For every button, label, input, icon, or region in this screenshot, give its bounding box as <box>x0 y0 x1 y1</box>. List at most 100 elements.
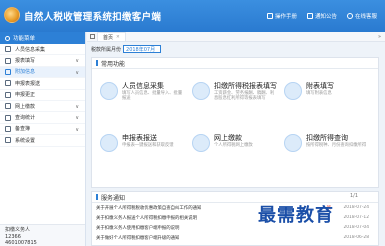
chart-icon <box>5 114 11 121</box>
watermark: 最需教育 <box>258 205 334 226</box>
period-label: 税款所属月份 <box>91 46 122 53</box>
sidebar-item-label: 申报更正 <box>15 92 36 99</box>
book-icon <box>266 13 273 19</box>
document-icon <box>5 68 11 75</box>
notice-text: 关于开展个人所得税税收优惠政策自查自纠工作的通知 <box>96 206 202 211</box>
manual-label: 操作手册 <box>274 14 297 20</box>
sidebar-item-label: 查询统计 <box>15 115 36 122</box>
app-title: 自然人税收管理系统扣缴客户端 <box>24 12 162 23</box>
tile-desc: 工资薪金、劳务报酬、稿酬、利息股息红利所得等报表填写 <box>214 91 275 101</box>
sidebar-item-ledger[interactable]: 备查簿 ∨ <box>0 124 85 136</box>
tile-desc: 填写人员信息、批量导入、批量报送 <box>122 91 183 101</box>
tile-desc: 申报表一键报送和获取反馈 <box>122 143 174 148</box>
chevron-down-icon: ∨ <box>75 69 79 76</box>
person-icon <box>5 46 11 53</box>
sidebar-item-settings[interactable]: 系统设置 <box>0 135 85 147</box>
withholding-agent-info: 扣缴义务人 12366 4601007815 <box>0 224 85 246</box>
payment-icon <box>5 103 11 110</box>
tax-logo-icon <box>4 7 20 23</box>
title-bar: 自然人税收管理系统扣缴客户端 操作手册 通知公告 在线客服 <box>0 0 385 32</box>
tile-name: 人员信息采集 <box>122 82 164 90</box>
tile-person-info[interactable]: 人员信息采集 填写人员信息、批量导入、批量报送 <box>100 78 188 108</box>
service-notice-panel: 服务通知 1/1 关于开展个人所得税税收优惠政策自查自纠工作的通知 新 2018… <box>91 191 379 246</box>
payment-icon <box>192 134 210 152</box>
gear-icon <box>5 137 11 144</box>
tile-desc: 按所得税种、月份查询扣缴所得 <box>306 143 367 148</box>
common-functions-panel: 常用功能 人员信息采集 填写人员信息、批量导入、批量报送 扣缴所得税报表填写 工… <box>91 57 379 188</box>
ledger-icon <box>5 125 11 132</box>
panel-title-label: 常用功能 <box>101 60 126 68</box>
send-icon <box>100 134 118 152</box>
tab-label: 首页 <box>103 34 114 41</box>
service-notice-title: 服务通知 1/1 <box>92 192 378 203</box>
notice-text: 关于扣缴义务人使用扣缴客户端申报的说明 <box>96 226 180 231</box>
person-icon <box>100 82 118 100</box>
tile-report-send[interactable]: 申报表报送 申报表一键报送和获取反馈 <box>100 130 188 160</box>
tile-name: 申报表报送 <box>122 134 157 142</box>
service-button[interactable]: 在线客服 <box>346 12 377 20</box>
tile-attachment[interactable]: 附表填写 填写附表信息 <box>284 78 372 108</box>
notice-item[interactable]: 关于做好个人所得税扣缴客户端升级的通知 2018-06-28 <box>96 235 371 243</box>
sidebar: 功能菜单 人员信息采集 报表填写 ∨ 附加信息 ∨ 申报表报送 申报更正 网上缴… <box>0 32 86 246</box>
notice-pagination[interactable]: 1/1 <box>350 193 358 199</box>
tile-online-payment[interactable]: 网上缴款 个人所得税网上缴款 <box>192 130 280 160</box>
sidebar-item-extra-info[interactable]: 附加信息 ∨ <box>0 66 85 79</box>
service-label: 在线客服 <box>354 14 377 20</box>
notice-button[interactable]: 通知公告 <box>306 12 337 20</box>
form-icon <box>192 82 210 100</box>
title-marker <box>96 194 98 200</box>
tab-bar: 首页 ✕ » <box>87 32 385 42</box>
sidebar-item-label: 备查簿 <box>15 126 31 133</box>
sidebar-item-label: 网上缴款 <box>15 103 36 110</box>
chevron-down-icon: ∨ <box>75 103 79 110</box>
notice-date: 2018-06-28 <box>343 235 369 240</box>
notice-label: 通知公告 <box>314 14 337 20</box>
send-icon <box>5 80 11 87</box>
notice-text: 关于做好个人所得税扣缴客户端升级的通知 <box>96 236 180 241</box>
sidebar-item-report-fill[interactable]: 报表填写 ∨ <box>0 55 85 67</box>
tile-income-query[interactable]: 扣缴所得查询 按所得税种、月份查询扣缴所得 <box>284 130 372 160</box>
sidebar-item-label: 申报表报送 <box>15 80 41 87</box>
sidebar-item-label: 附加信息 <box>15 69 36 76</box>
notice-date: 2018-07-24 <box>343 205 369 210</box>
panel-title-label: 服务通知 <box>101 194 126 202</box>
tile-desc: 填写附表信息 <box>306 91 332 96</box>
chevron-down-icon: ∨ <box>75 115 79 122</box>
tile-name: 扣缴所得查询 <box>306 134 348 142</box>
manual-button[interactable]: 操作手册 <box>266 12 297 20</box>
close-icon[interactable]: ✕ <box>116 35 120 40</box>
notice-date: 2018-07-12 <box>343 215 369 220</box>
sidebar-item-label: 系统设置 <box>15 137 36 144</box>
top-actions: 操作手册 通知公告 在线客服 <box>266 12 377 20</box>
menu-icon <box>5 35 10 41</box>
sidebar-item-query-stats[interactable]: 查询统计 ∨ <box>0 112 85 124</box>
tile-name: 附表填写 <box>306 82 334 90</box>
notice-text: 关于扣缴义务人报送个人所得税扣缴申报的相关说明 <box>96 216 197 221</box>
period-row: 税款所属月份 2018年07月 <box>87 42 385 56</box>
title-marker <box>96 60 98 66</box>
bell-icon <box>306 13 313 19</box>
home-icon[interactable] <box>90 34 95 39</box>
tile-withholding-report[interactable]: 扣缴所得税报表填写 工资薪金、劳务报酬、稿酬、利息股息红利所得等报表填写 <box>192 78 280 108</box>
attachment-icon <box>284 82 302 100</box>
chevron-down-icon: ∨ <box>75 58 79 65</box>
sidebar-item-online-payment[interactable]: 网上缴款 ∨ <box>0 101 85 113</box>
headset-icon <box>346 13 353 19</box>
sidebar-header[interactable]: 功能菜单 <box>0 32 85 44</box>
sidebar-item-report-send[interactable]: 申报表报送 <box>0 78 85 90</box>
sidebar-item-person-info[interactable]: 人员信息采集 <box>0 44 85 56</box>
main-content: 首页 ✕ » 税款所属月份 2018年07月 常用功能 人员信息采集 填写人员信… <box>87 32 385 246</box>
tile-name: 网上缴款 <box>214 134 242 142</box>
period-picker[interactable]: 2018年07月 <box>123 45 162 53</box>
sidebar-item-label: 人员信息采集 <box>15 46 46 53</box>
agent-tax-id: 4601007815 <box>5 240 37 246</box>
search-icon <box>284 134 302 152</box>
tab-home[interactable]: 首页 ✕ <box>97 32 126 41</box>
sidebar-item-label: 报表填写 <box>15 58 36 65</box>
tab-scroll-icon[interactable]: » <box>378 34 381 40</box>
edit-icon <box>5 91 11 98</box>
tile-name: 扣缴所得税报表填写 <box>214 82 277 90</box>
sidebar-item-report-correct[interactable]: 申报更正 <box>0 90 85 101</box>
sidebar-header-label: 功能菜单 <box>13 36 36 42</box>
common-functions-title: 常用功能 <box>92 58 378 69</box>
